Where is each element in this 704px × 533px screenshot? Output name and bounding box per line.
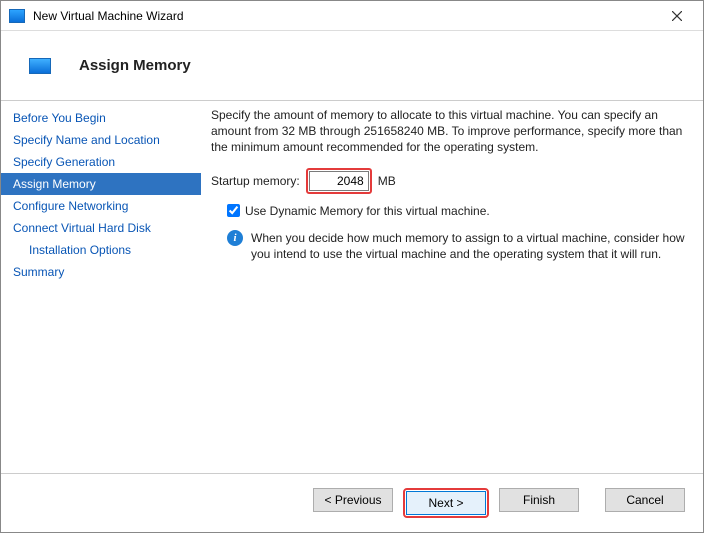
next-button[interactable]: Next >: [406, 491, 486, 515]
dynamic-memory-checkbox[interactable]: [227, 204, 240, 217]
startup-memory-input[interactable]: [309, 171, 369, 191]
sidebar-item-summary[interactable]: Summary: [1, 261, 201, 283]
app-icon: [9, 9, 25, 23]
startup-memory-unit: MB: [378, 174, 396, 188]
finish-button[interactable]: Finish: [499, 488, 579, 512]
window-title: New Virtual Machine Wizard: [33, 9, 655, 23]
wizard-header: Assign Memory: [1, 31, 703, 101]
sidebar-item-configure-networking[interactable]: Configure Networking: [1, 195, 201, 217]
title-bar: New Virtual Machine Wizard: [1, 1, 703, 31]
wizard-icon: [29, 58, 51, 74]
sidebar-item-assign-memory[interactable]: Assign Memory: [1, 173, 201, 195]
startup-memory-row: Startup memory: MB: [211, 168, 687, 194]
startup-memory-label: Startup memory:: [211, 174, 300, 188]
next-button-highlight: Next >: [403, 488, 489, 518]
info-row: i When you decide how much memory to ass…: [227, 230, 687, 262]
sidebar-item-before-you-begin[interactable]: Before You Begin: [1, 107, 201, 129]
startup-memory-highlight: [306, 168, 372, 194]
previous-button[interactable]: < Previous: [313, 488, 393, 512]
sidebar-item-installation-options[interactable]: Installation Options: [1, 239, 201, 261]
wizard-footer: < Previous Next > Finish Cancel: [1, 473, 703, 532]
cancel-button[interactable]: Cancel: [605, 488, 685, 512]
wizard-sidebar: Before You Begin Specify Name and Locati…: [1, 101, 201, 473]
intro-text: Specify the amount of memory to allocate…: [211, 107, 687, 156]
info-text: When you decide how much memory to assig…: [251, 230, 687, 262]
wizard-body: Before You Begin Specify Name and Locati…: [1, 101, 703, 473]
dynamic-memory-row: Use Dynamic Memory for this virtual mach…: [227, 204, 687, 218]
button-spacer: [589, 488, 595, 518]
sidebar-item-connect-vhd[interactable]: Connect Virtual Hard Disk: [1, 217, 201, 239]
dynamic-memory-label[interactable]: Use Dynamic Memory for this virtual mach…: [245, 204, 490, 218]
sidebar-item-specify-name[interactable]: Specify Name and Location: [1, 129, 201, 151]
wizard-content: Specify the amount of memory to allocate…: [201, 101, 703, 473]
close-icon: [672, 11, 682, 21]
close-button[interactable]: [655, 2, 699, 30]
sidebar-item-specify-generation[interactable]: Specify Generation: [1, 151, 201, 173]
page-title: Assign Memory: [79, 57, 191, 74]
info-icon: i: [227, 230, 243, 246]
